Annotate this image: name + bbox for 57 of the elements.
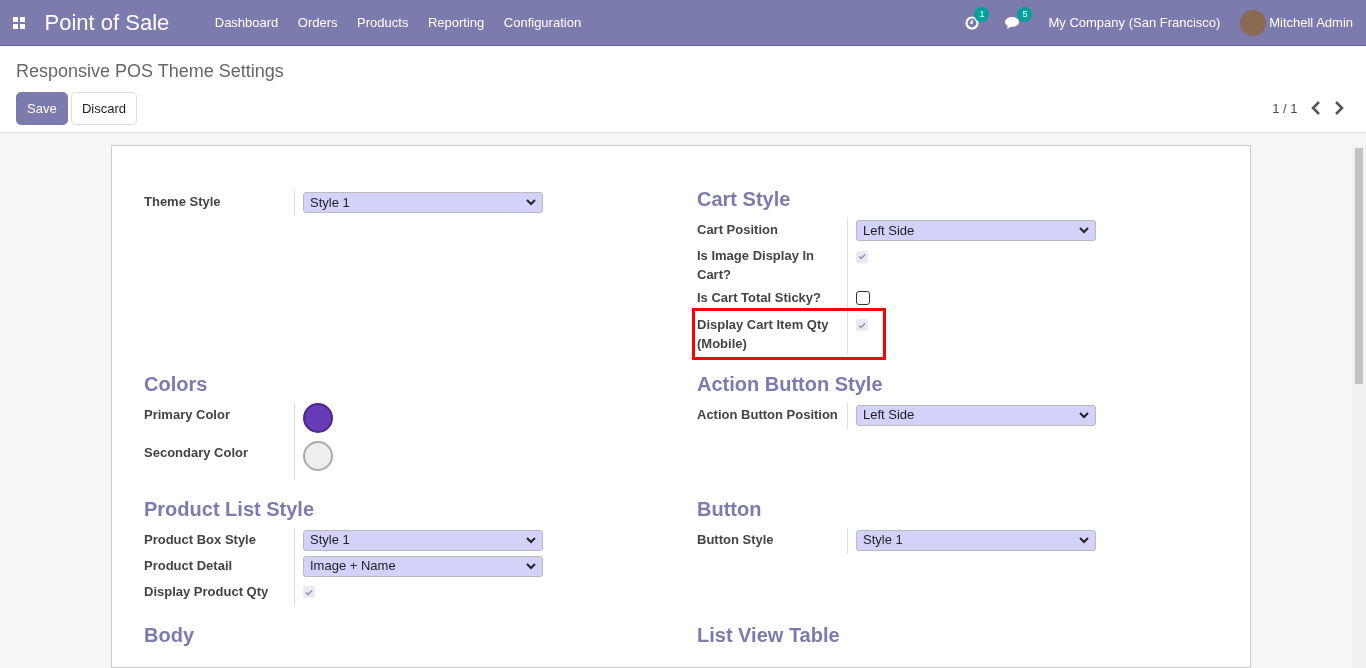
field-label: Product Box Style	[144, 530, 257, 549]
chevron-down-icon	[526, 562, 536, 570]
menu-item[interactable]: Orders	[297, 12, 338, 33]
checkbox[interactable]	[303, 586, 315, 598]
field-label: Cart Position	[697, 221, 779, 239]
previous-icon[interactable]	[1310, 101, 1321, 116]
select-field[interactable]: Left Side	[856, 404, 1096, 426]
section-title: Body	[144, 622, 195, 648]
color-swatch[interactable]	[303, 402, 333, 433]
clock-icon[interactable]	[965, 16, 980, 31]
field-label: Is Cart Total Sticky?	[697, 289, 822, 307]
chevron-down-icon	[1079, 411, 1089, 419]
select-field[interactable]: Style 1	[303, 529, 543, 551]
select-field[interactable]: Left Side	[856, 220, 1096, 241]
chevron-down-icon	[526, 199, 536, 206]
chevron-down-icon	[1079, 536, 1089, 544]
pager-counter: 1 / 1	[1272, 99, 1298, 118]
field-label: Primary Color	[144, 405, 231, 424]
checkbox[interactable]	[856, 291, 870, 305]
section-title: Button	[697, 496, 763, 522]
app-title[interactable]: Point of Sale	[44, 6, 170, 39]
user-menu[interactable]: Mitchell Admin	[1269, 12, 1353, 33]
count-badge: 5	[1017, 6, 1033, 23]
select-field[interactable]: Style 1	[303, 192, 543, 213]
apps-grid-icon[interactable]	[13, 16, 25, 29]
field-label: Theme Style	[144, 193, 222, 211]
menu-item[interactable]: Products	[357, 12, 409, 33]
field-label: Display Product Qty	[144, 582, 270, 601]
select-field[interactable]: Image + Name	[303, 555, 543, 577]
section-title: Action Button Style	[697, 371, 884, 397]
field-label: Is Image Display In Cart?	[697, 247, 816, 284]
next-icon[interactable]	[1333, 101, 1344, 116]
discard-button[interactable]: Discard	[70, 91, 137, 125]
section-title: Cart Style	[697, 187, 792, 212]
field-label: Button Style	[697, 530, 775, 549]
color-swatch[interactable]	[303, 441, 333, 471]
menu-item[interactable]: Dashboard	[214, 12, 279, 33]
field-label: Display Cart Item Qty (Mobile)	[697, 315, 830, 353]
section-title: Product List Style	[144, 496, 316, 522]
chevron-down-icon	[526, 536, 536, 544]
section-title: List View Table	[697, 622, 841, 648]
company-switcher[interactable]: My Company (San Francisco)	[1048, 12, 1221, 33]
menu-item[interactable]: Configuration	[503, 12, 582, 33]
field-label: Action Button Position	[697, 405, 839, 424]
count-badge: 1	[974, 6, 990, 23]
save-button[interactable]: Save	[16, 91, 68, 125]
section-title: Colors	[144, 371, 209, 397]
avatar	[1239, 9, 1266, 36]
checkbox[interactable]	[856, 250, 868, 263]
field-label: Product Detail	[144, 556, 234, 575]
field-label: Secondary Color	[144, 444, 250, 462]
checkbox[interactable]	[856, 319, 868, 331]
scrollbar[interactable]	[1352, 145, 1366, 668]
select-field[interactable]: Style 1	[856, 529, 1096, 551]
menu-item[interactable]: Reporting	[427, 12, 485, 33]
chevron-down-icon	[1079, 227, 1089, 234]
breadcrumb-title: Responsive POS Theme Settings	[16, 60, 285, 83]
